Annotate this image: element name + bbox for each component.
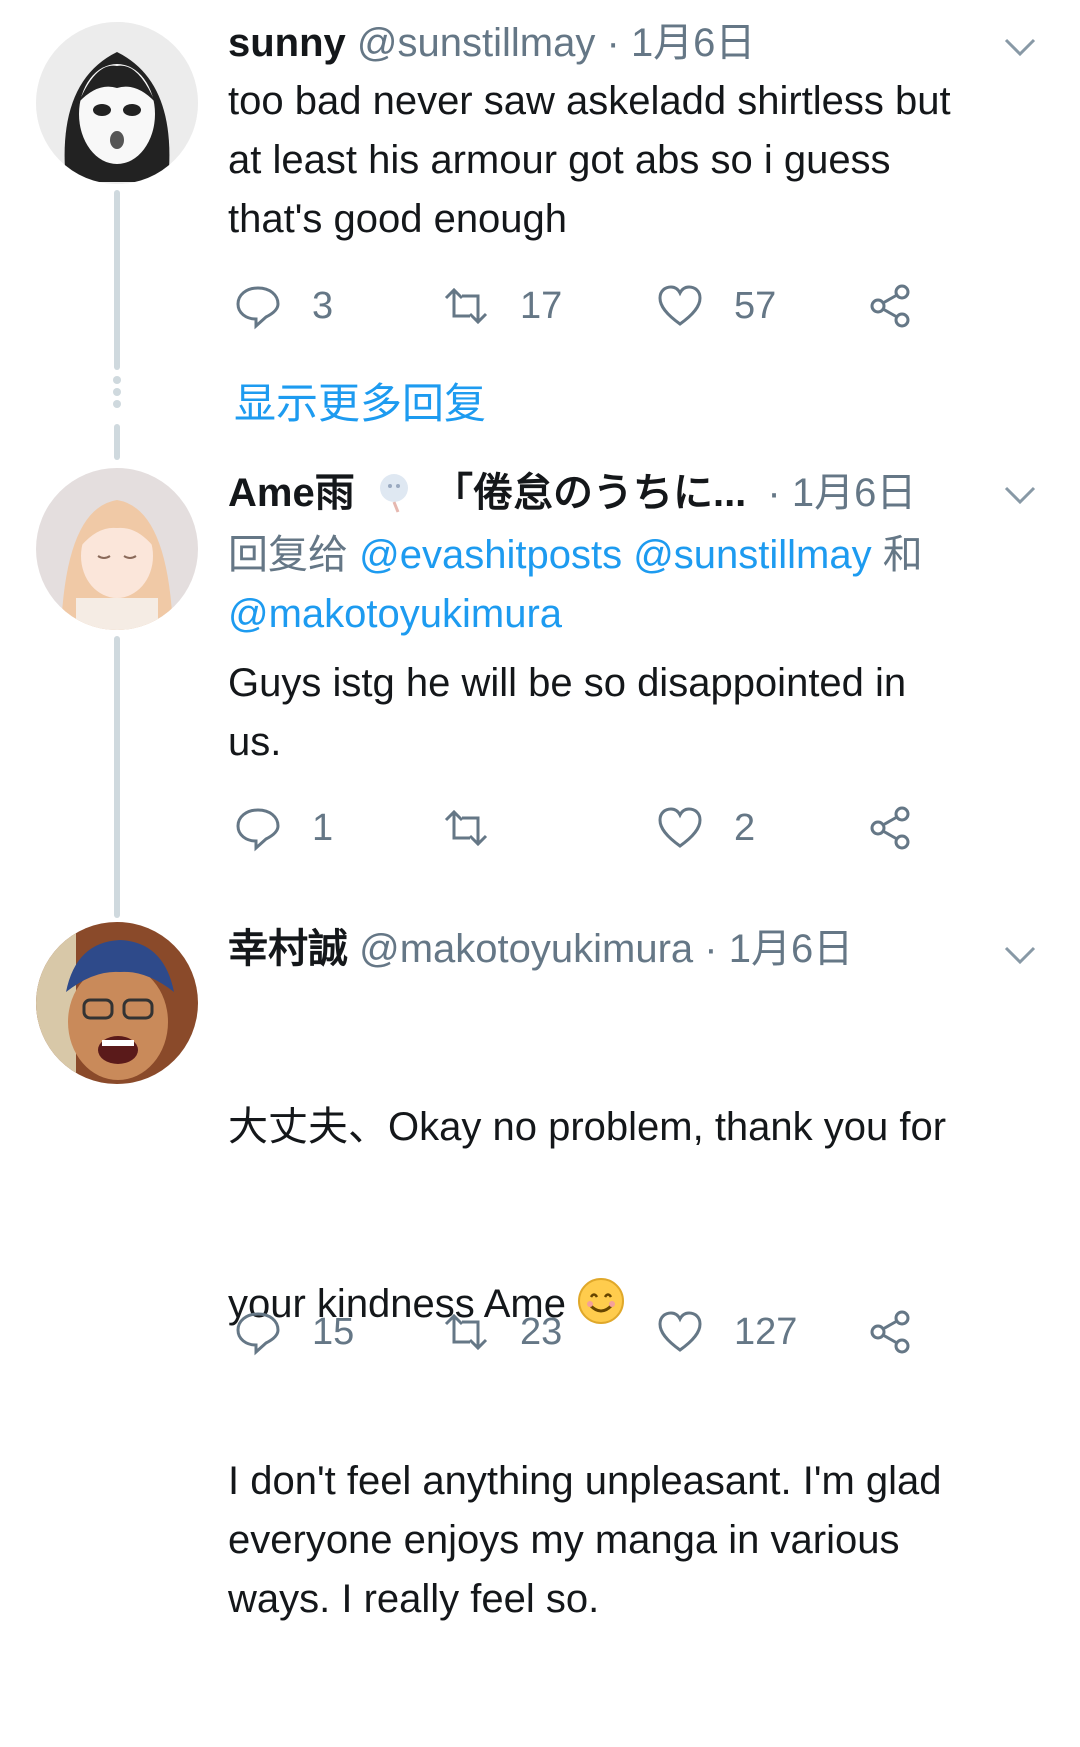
tweet-header: sunny @sunstillmay · 1月6日 (228, 18, 1040, 68)
retweet-button[interactable]: 17 (442, 276, 562, 336)
share-icon (870, 284, 910, 328)
display-name[interactable]: sunny (228, 21, 346, 65)
chevron-down-icon[interactable] (1000, 474, 1040, 514)
tweet-actions: 1 2 (228, 798, 1028, 858)
avatar-ame[interactable] (36, 468, 198, 630)
avatar-makoto[interactable] (36, 922, 198, 1084)
like-button[interactable]: 2 (656, 798, 755, 858)
retweet-button[interactable]: 23 (442, 1302, 562, 1362)
separator: · (704, 927, 718, 971)
retweet-icon (444, 1313, 488, 1351)
tweet-header: Ame雨 「倦怠のうちに... · 1月6日 (228, 468, 980, 518)
tweet-date[interactable]: 1月6日 (729, 927, 854, 971)
reply-button[interactable]: 3 (234, 276, 333, 336)
like-count: 127 (734, 1310, 798, 1353)
tweet-makoto[interactable]: 幸村誠 @makotoyukimura · 1月6日 大丈夫、Okay no p… (0, 918, 1080, 1621)
thread-dots (110, 376, 124, 412)
chevron-down-icon[interactable] (1000, 934, 1040, 974)
tweet-text: too bad never saw askeladd shirtless but… (228, 79, 951, 241)
separator: · (767, 471, 781, 515)
tweet-text-line: 大丈夫、Okay no problem, thank you for (228, 1105, 947, 1149)
tweet-text-rest: I don't feel anything unpleasant. I'm gl… (228, 1459, 942, 1621)
replying-to: 回复给 @evashitposts @sunstillmay 和 @makoto… (228, 526, 1048, 644)
thread-line-2 (114, 424, 120, 460)
share-button[interactable] (866, 798, 914, 858)
display-name[interactable]: Ame雨 (228, 471, 355, 515)
retweet-count: 23 (520, 1310, 563, 1353)
share-button[interactable] (866, 1302, 914, 1362)
rabbit-emoji-icon (379, 474, 408, 513)
reply-conjunction: 和 (882, 533, 923, 577)
user-handle[interactable]: @sunstillmay (357, 21, 595, 65)
retweet-icon (444, 287, 488, 325)
tweet-actions: 3 17 57 (228, 276, 1028, 336)
retweet-count: 17 (520, 284, 563, 327)
reply-icon (236, 808, 280, 852)
reply-count: 1 (312, 806, 334, 849)
like-button[interactable]: 57 (656, 276, 776, 336)
heart-icon (658, 807, 702, 848)
display-name[interactable]: 幸村誠 (228, 927, 348, 971)
heart-icon (658, 285, 702, 326)
tweet-ame[interactable]: Ame雨 「倦怠のうちに... · 1月6日 回复给 @evashitposts… (0, 460, 1080, 890)
retweet-button[interactable] (442, 798, 520, 858)
reply-count: 15 (312, 1310, 355, 1353)
tweet-date[interactable]: 1月6日 (792, 471, 917, 515)
share-icon (870, 806, 910, 850)
mention-link[interactable]: @makotoyukimura (228, 592, 562, 636)
reply-icon (236, 1312, 280, 1356)
reply-count: 3 (312, 284, 334, 327)
tweet-text: 大丈夫、Okay no problem, thank you for your … (228, 980, 1048, 1747)
reply-button[interactable]: 15 (234, 1302, 354, 1362)
avatar-sunny[interactable] (36, 22, 198, 184)
share-button[interactable] (866, 276, 914, 336)
tweet-header: 幸村誠 @makotoyukimura · 1月6日 (228, 924, 1040, 974)
tweet-actions: 15 23 127 (228, 1302, 1028, 1362)
mention-links[interactable]: @evashitposts @sunstillmay (359, 533, 872, 577)
tweet-date[interactable]: 1月6日 (631, 21, 756, 65)
user-handle[interactable]: @makotoyukimura (359, 927, 693, 971)
show-more-replies-link[interactable]: 显示更多回复 (234, 370, 486, 431)
tweet-sunny[interactable]: sunny @sunstillmay · 1月6日 too bad never … (0, 0, 1080, 370)
like-count: 57 (734, 284, 777, 327)
reply-icon (236, 286, 280, 330)
like-count: 2 (734, 806, 756, 849)
heart-icon (658, 1311, 702, 1352)
chevron-down-icon[interactable] (1000, 26, 1040, 66)
share-icon (870, 1310, 910, 1354)
like-button[interactable]: 127 (656, 1302, 797, 1362)
tweet-text: Guys istg he will be so disappointed in … (228, 661, 907, 764)
reply-button[interactable]: 1 (234, 798, 333, 858)
retweet-icon (444, 809, 488, 847)
display-name-extra[interactable]: 「倦怠のうちに... (433, 471, 746, 515)
separator: · (606, 21, 620, 65)
reply-prefix: 回复给 (228, 533, 348, 577)
